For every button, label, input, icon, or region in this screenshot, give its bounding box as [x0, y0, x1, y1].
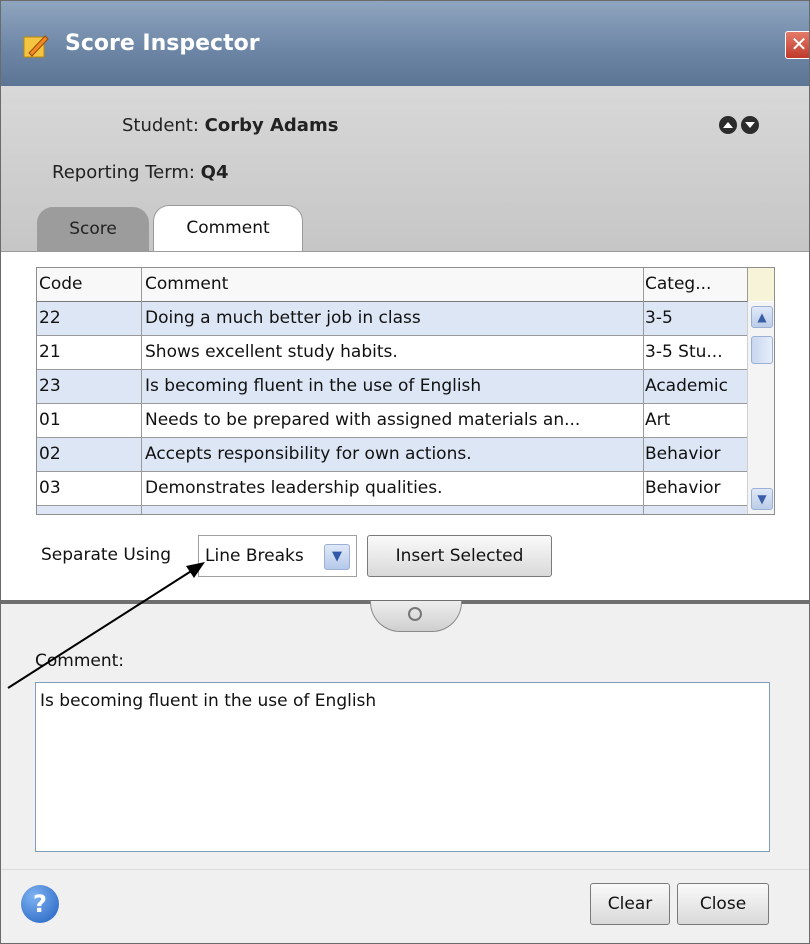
cell-category: 3-5 — [645, 308, 673, 328]
cell-comment: Is becoming fluent in the use of English — [145, 376, 482, 396]
cell-comment: Demonstrates leadership qualities. — [145, 478, 443, 498]
table-row[interactable]: 23 Is becoming fluent in the use of Engl… — [37, 370, 747, 404]
separate-using-label: Separate Using — [41, 545, 171, 565]
splitter-grip[interactable] — [370, 601, 462, 632]
window-title: Score Inspector — [65, 31, 260, 56]
comment-grid: Code Comment Categ... 22 Doing a much be… — [36, 267, 775, 515]
cell-code: 21 — [39, 342, 61, 362]
column-header-comment[interactable]: Comment — [145, 268, 645, 301]
table-row[interactable]: 21 Shows excellent study habits. 3-5 Stu… — [37, 336, 747, 370]
cell-code: 02 — [39, 444, 61, 464]
scroll-thumb[interactable] — [751, 336, 773, 364]
term-label: Reporting Term: — [52, 162, 195, 183]
cell-category: Academic — [645, 376, 728, 396]
column-header-code[interactable]: Code — [39, 268, 135, 301]
scroll-down-button[interactable]: ▼ — [751, 488, 773, 510]
column-divider — [643, 268, 644, 514]
tab-comment[interactable]: Comment — [153, 205, 303, 252]
tab-score[interactable]: Score — [37, 207, 149, 251]
previous-student-button[interactable] — [719, 116, 737, 134]
next-student-button[interactable] — [741, 116, 759, 134]
insert-selected-button[interactable]: Insert Selected — [367, 535, 552, 577]
column-header-category[interactable]: Categ... — [645, 268, 745, 301]
score-inspector-window: Score Inspector ✕ Student: Corby Adams R… — [0, 0, 810, 944]
table-row[interactable]: 01 Needs to be prepared with assigned ma… — [37, 404, 747, 438]
student-label: Student: — [122, 115, 199, 136]
cell-comment: Needs to be prepared with assigned mater… — [145, 410, 581, 430]
cell-comment: Doing a much better job in class — [145, 308, 421, 328]
table-row[interactable]: 03 Demonstrates leadership qualities. Be… — [37, 472, 747, 506]
grid-scrollbar[interactable]: ▲ ▼ — [747, 302, 774, 514]
close-window-button[interactable]: ✕ — [785, 31, 809, 59]
column-divider — [141, 268, 142, 514]
cell-code: 01 — [39, 410, 61, 430]
table-row[interactable]: 04 Frequent absence from class has impac… — [37, 506, 747, 514]
comment-label: Comment: — [35, 651, 125, 671]
student-name: Corby Adams — [204, 115, 339, 136]
cell-comment: Shows excellent study habits. — [145, 342, 398, 362]
clear-button[interactable]: Clear — [590, 883, 670, 925]
separator-value: Line Breaks — [205, 546, 304, 566]
table-row[interactable]: 22 Doing a much better job in class 3-5 — [37, 302, 747, 336]
cell-category: Behavior — [645, 444, 721, 464]
cell-category: Behavior — [645, 478, 721, 498]
cell-category: 3-5 Stu... — [645, 342, 723, 362]
grid-header-corner — [747, 268, 774, 301]
help-icon[interactable]: ? — [21, 885, 59, 923]
title-bar[interactable]: Score Inspector ✕ — [1, 1, 809, 86]
student-line: Student: Corby Adams — [122, 115, 338, 136]
term-value: Q4 — [200, 162, 229, 183]
cell-code: 22 — [39, 308, 61, 328]
down-arrow-icon — [745, 122, 755, 128]
footer-divider — [1, 869, 809, 870]
scroll-up-button[interactable]: ▲ — [751, 306, 773, 328]
collapse-icon — [408, 607, 422, 621]
grid-header-row: Code Comment Categ... — [37, 268, 747, 302]
table-row[interactable]: 02 Accepts responsibility for own action… — [37, 438, 747, 472]
cell-code: 04 — [39, 506, 135, 514]
close-button[interactable]: Close — [677, 883, 769, 925]
cell-comment: Accepts responsibility for own actions. — [145, 444, 472, 464]
cell-comment: Frequent absence from class has impacted… — [145, 506, 645, 514]
cell-category: Behavior — [645, 506, 745, 514]
term-line: Reporting Term: Q4 — [52, 162, 228, 183]
up-arrow-icon — [723, 122, 733, 128]
cell-code: 03 — [39, 478, 61, 498]
cell-code: 23 — [39, 376, 61, 396]
pencil-note-icon — [23, 35, 49, 58]
separator-select[interactable]: Line Breaks ▼ — [198, 535, 357, 577]
chevron-down-icon[interactable]: ▼ — [324, 544, 350, 570]
comment-textarea[interactable]: Is becoming fluent in the use of English — [35, 682, 770, 852]
cell-category: Art — [645, 410, 671, 430]
